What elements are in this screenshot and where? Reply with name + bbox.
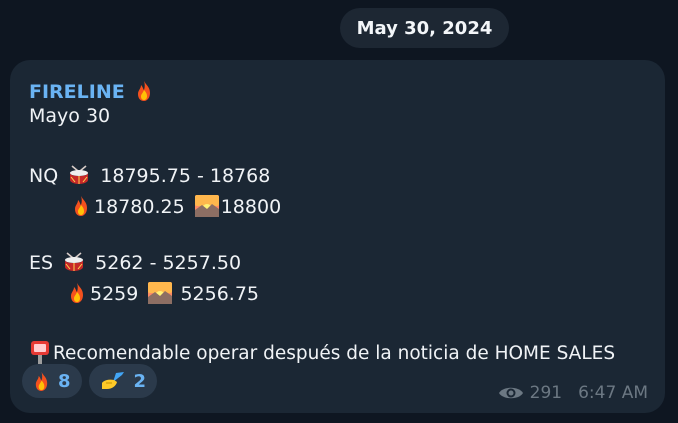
- nq-targets-line: 18780.25 18800: [68, 191, 281, 218]
- nq-fire-value: 18780.25: [94, 196, 185, 218]
- es-label: ES: [29, 252, 54, 274]
- es-fire-value: 5259: [90, 283, 139, 305]
- channel-title[interactable]: FIRELINE: [29, 76, 157, 103]
- reactions-bar: 8 2: [22, 364, 158, 398]
- es-sunrise-value: 5256.75: [180, 283, 260, 305]
- es-range: 5262 - 5257.50: [95, 252, 242, 274]
- fire-icon: [68, 282, 86, 304]
- view-count: 291: [529, 383, 563, 403]
- fire-icon: [33, 371, 50, 392]
- chat-view: May 30, 2024 FIRELINE Mayo 30 NQ 18795.7…: [0, 0, 678, 423]
- drum-icon: [68, 165, 90, 185]
- note-text: Recomendable operar después de la notici…: [53, 343, 616, 364]
- nq-label: NQ: [29, 165, 59, 187]
- writing-hand-icon: [100, 371, 126, 391]
- nq-range: 18795.75 - 18768: [100, 165, 271, 187]
- reaction-writing-hand[interactable]: 2: [88, 364, 158, 398]
- sunrise-icon: [148, 282, 173, 304]
- message-meta: 291 6:47 AM: [498, 383, 648, 403]
- eye-icon: [498, 384, 524, 402]
- reaction-fire[interactable]: 8: [22, 364, 82, 398]
- date-line: Mayo 30: [29, 105, 111, 127]
- message-bubble[interactable]: FIRELINE Mayo 30 NQ 18795.75 - 18768 187…: [10, 60, 665, 413]
- drum-icon: [63, 252, 85, 272]
- es-line: ES 5262 - 5257.50: [29, 249, 241, 274]
- nq-line: NQ 18795.75 - 18768: [29, 162, 270, 187]
- mailbox-icon: [30, 340, 50, 364]
- note-line: Recomendable operar después de la notici…: [30, 335, 615, 364]
- channel-name[interactable]: FIRELINE: [29, 81, 125, 103]
- date-separator: May 30, 2024: [340, 8, 509, 48]
- es-targets-line: 5259 5256.75: [64, 278, 259, 305]
- message-time: 6:47 AM: [578, 383, 648, 403]
- sunrise-icon: [194, 195, 219, 217]
- nq-sunrise-value: 18800: [220, 196, 282, 218]
- reaction-count: 2: [133, 370, 147, 392]
- fire-icon: [135, 80, 153, 102]
- fire-icon: [72, 195, 90, 217]
- reaction-count: 8: [58, 370, 71, 392]
